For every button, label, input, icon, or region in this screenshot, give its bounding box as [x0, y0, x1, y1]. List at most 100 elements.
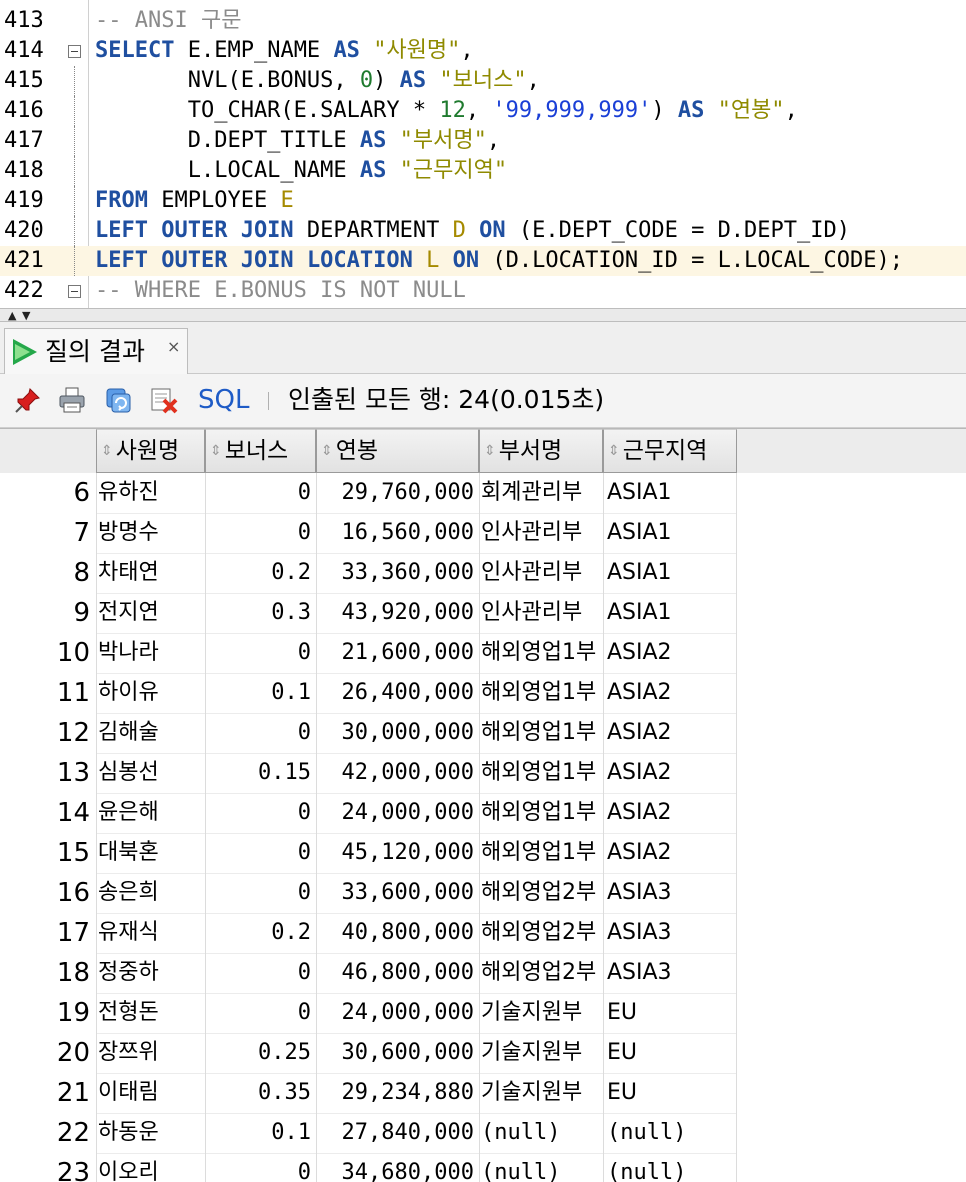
table-row[interactable]: 12 김해술 0 30,000,000 해외영업1부 ASIA2	[0, 713, 966, 753]
cell-dept[interactable]: 인사관리부	[479, 593, 602, 633]
cell-location[interactable]: (null)	[603, 1113, 736, 1153]
splitter-down-icon[interactable]: ▼	[22, 310, 30, 321]
cell-salary[interactable]: 33,360,000	[316, 553, 478, 593]
table-row[interactable]: 17 유재식 0.2 40,800,000 해외영업2부 ASIA3	[0, 913, 966, 953]
cell-salary[interactable]: 27,840,000	[316, 1113, 478, 1153]
cell-location[interactable]: ASIA3	[603, 873, 736, 913]
print-icon[interactable]	[58, 386, 86, 414]
table-row[interactable]: 9 전지연 0.3 43,920,000 인사관리부 ASIA1	[0, 593, 966, 633]
cell-location[interactable]: ASIA2	[603, 833, 736, 873]
cell-salary[interactable]: 24,000,000	[316, 793, 478, 833]
column-header-location[interactable]: ⇕ 근무지역	[603, 429, 737, 473]
code-line[interactable]: 421 LEFT OUTER JOIN LOCATION L ON (D.LOCA…	[0, 246, 966, 276]
table-row[interactable]: 8 차태연 0.2 33,360,000 인사관리부 ASIA1	[0, 553, 966, 593]
cell-name[interactable]: 방명수	[96, 513, 204, 553]
table-row[interactable]: 10 박나라 0 21,600,000 해외영업1부 ASIA2	[0, 633, 966, 673]
code-line[interactable]: 413 -- ANSI 구문	[0, 6, 966, 36]
cell-bonus[interactable]: 0	[205, 1153, 315, 1182]
cell-name[interactable]: 유하진	[96, 473, 204, 513]
table-row[interactable]: 18 정중하 0 46,800,000 해외영업2부 ASIA3	[0, 953, 966, 993]
cell-dept[interactable]: 인사관리부	[479, 513, 602, 553]
cell-bonus[interactable]: 0	[205, 713, 315, 753]
cell-salary[interactable]: 30,000,000	[316, 713, 478, 753]
cell-location[interactable]: ASIA2	[603, 713, 736, 753]
cell-bonus[interactable]: 0	[205, 873, 315, 913]
cell-salary[interactable]: 45,120,000	[316, 833, 478, 873]
cell-name[interactable]: 전지연	[96, 593, 204, 633]
table-row[interactable]: 16 송은희 0 33,600,000 해외영업2부 ASIA3	[0, 873, 966, 913]
cell-location[interactable]: EU	[603, 993, 736, 1033]
cell-salary[interactable]: 30,600,000	[316, 1033, 478, 1073]
cell-name[interactable]: 대북혼	[96, 833, 204, 873]
cell-location[interactable]: ASIA2	[603, 793, 736, 833]
code-line[interactable]: 417 D.DEPT_TITLE AS "부서명",	[0, 126, 966, 156]
delete-icon[interactable]	[150, 386, 178, 414]
column-header-salary[interactable]: ⇕ 연봉	[316, 429, 479, 473]
cell-salary[interactable]: 24,000,000	[316, 993, 478, 1033]
cell-bonus[interactable]: 0.15	[205, 753, 315, 793]
cell-salary[interactable]: 40,800,000	[316, 913, 478, 953]
cell-location[interactable]: ASIA2	[603, 633, 736, 673]
cell-dept[interactable]: 해외영업2부	[479, 953, 602, 993]
cell-dept[interactable]: 해외영업1부	[479, 753, 602, 793]
table-row[interactable]: 21 이태림 0.35 29,234,880 기술지원부 EU	[0, 1073, 966, 1113]
cell-name[interactable]: 이태림	[96, 1073, 204, 1113]
cell-salary[interactable]: 46,800,000	[316, 953, 478, 993]
cell-salary[interactable]: 29,234,880	[316, 1073, 478, 1113]
cell-salary[interactable]: 43,920,000	[316, 593, 478, 633]
cell-dept[interactable]: 기술지원부	[479, 1033, 602, 1073]
cell-bonus[interactable]: 0	[205, 793, 315, 833]
cell-name[interactable]: 심봉선	[96, 753, 204, 793]
cell-name[interactable]: 송은희	[96, 873, 204, 913]
cell-name[interactable]: 하이유	[96, 673, 204, 713]
column-header-bonus[interactable]: ⇕ 보너스	[205, 429, 316, 473]
cell-bonus[interactable]: 0.2	[205, 913, 315, 953]
cell-dept[interactable]: 인사관리부	[479, 553, 602, 593]
cell-bonus[interactable]: 0.1	[205, 673, 315, 713]
refresh-icon[interactable]	[104, 386, 132, 414]
cell-dept[interactable]: 해외영업1부	[479, 713, 602, 753]
cell-salary[interactable]: 26,400,000	[316, 673, 478, 713]
cell-location[interactable]: ASIA3	[603, 913, 736, 953]
cell-salary[interactable]: 16,560,000	[316, 513, 478, 553]
table-row[interactable]: 14 윤은해 0 24,000,000 해외영업1부 ASIA2	[0, 793, 966, 833]
fold-toggle-icon[interactable]	[68, 45, 81, 58]
fold-toggle-icon[interactable]	[68, 285, 81, 298]
cell-name[interactable]: 하동운	[96, 1113, 204, 1153]
cell-name[interactable]: 정중하	[96, 953, 204, 993]
cell-salary[interactable]: 33,600,000	[316, 873, 478, 913]
cell-location[interactable]: ASIA1	[603, 513, 736, 553]
cell-dept[interactable]: 해외영업1부	[479, 833, 602, 873]
cell-dept[interactable]: 해외영업1부	[479, 673, 602, 713]
cell-name[interactable]: 이오리	[96, 1153, 204, 1182]
cell-salary[interactable]: 29,760,000	[316, 473, 478, 513]
result-grid[interactable]: ⇕ 사원명 ⇕ 보너스 ⇕ 연봉 ⇕ 부서명 ⇕ 근무지역 6 유하진 0 29,760,000…	[0, 428, 966, 1182]
cell-dept[interactable]: 회계관리부	[479, 473, 602, 513]
tab-close-icon[interactable]: ×	[167, 337, 180, 357]
panel-splitter[interactable]: ▲ ▼	[0, 308, 966, 322]
cell-location[interactable]: EU	[603, 1073, 736, 1113]
cell-bonus[interactable]: 0	[205, 633, 315, 673]
cell-location[interactable]: ASIA1	[603, 593, 736, 633]
table-row[interactable]: 7 방명수 0 16,560,000 인사관리부 ASIA1	[0, 513, 966, 553]
cell-location[interactable]: ASIA2	[603, 673, 736, 713]
cell-bonus[interactable]: 0	[205, 513, 315, 553]
cell-bonus[interactable]: 0	[205, 473, 315, 513]
cell-location[interactable]: ASIA2	[603, 753, 736, 793]
table-row[interactable]: 11 하이유 0.1 26,400,000 해외영업1부 ASIA2	[0, 673, 966, 713]
cell-bonus[interactable]: 0.25	[205, 1033, 315, 1073]
column-header-dept[interactable]: ⇕ 부서명	[479, 429, 603, 473]
cell-location[interactable]: ASIA3	[603, 953, 736, 993]
cell-location[interactable]: ASIA1	[603, 473, 736, 513]
cell-name[interactable]: 장쯔위	[96, 1033, 204, 1073]
code-line[interactable]: 420 LEFT OUTER JOIN DEPARTMENT D ON (E.DE…	[0, 216, 966, 246]
code-line[interactable]: 422 -- WHERE E.BONUS IS NOT NULL	[0, 276, 966, 306]
cell-bonus[interactable]: 0.1	[205, 1113, 315, 1153]
cell-dept[interactable]: 기술지원부	[479, 1073, 602, 1113]
table-row[interactable]: 6 유하진 0 29,760,000 회계관리부 ASIA1	[0, 473, 966, 513]
cell-dept[interactable]: 기술지원부	[479, 993, 602, 1033]
cell-bonus[interactable]: 0	[205, 993, 315, 1033]
cell-salary[interactable]: 42,000,000	[316, 753, 478, 793]
cell-bonus[interactable]: 0.3	[205, 593, 315, 633]
cell-salary[interactable]: 34,680,000	[316, 1153, 478, 1182]
